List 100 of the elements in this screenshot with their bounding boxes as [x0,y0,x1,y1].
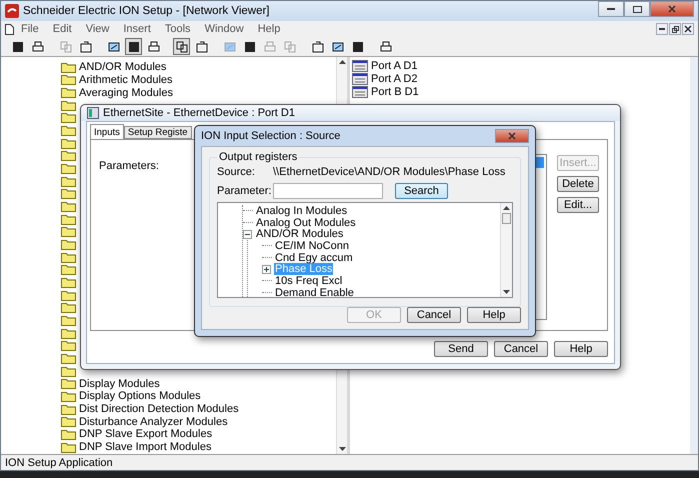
tree-item[interactable]: 10s Freq Excl [274,274,344,287]
minimize-icon [659,28,665,30]
close-button[interactable] [650,1,694,17]
group-label: Output registers [218,151,298,163]
tree-item[interactable]: Averaging Modules [79,86,173,99]
port-icon [352,72,368,85]
folder-icon [61,150,76,162]
toolbar-button[interactable] [173,38,190,55]
search-button[interactable]: Search [395,183,448,199]
tree-item[interactable]: Arithmetic Modules [79,74,173,86]
toolbar-button[interactable] [125,38,142,55]
scrollbar[interactable] [500,203,512,297]
toolbar-icon [30,40,44,54]
toolbar-icon [262,40,276,54]
dialog-button[interactable]: Help [467,307,521,323]
parameter-field[interactable] [273,183,383,199]
dialog-button[interactable]: Cancel [407,307,461,323]
toolbar-icon [58,40,72,54]
folder-icon [61,138,76,149]
dialog-button[interactable]: Help [554,341,608,357]
restore-icon [672,26,678,32]
dialog-button[interactable]: Cancel [494,341,548,357]
restore-button[interactable] [669,23,681,35]
folder-icon [61,239,76,250]
close-button[interactable] [495,129,529,143]
source-path: \\EthernetDevice\AND/OR Modules\Phase Loss [273,166,506,178]
folder-icon [61,404,76,415]
port-item[interactable]: Port A D1 [371,60,418,72]
tree-item[interactable]: Dist Direction Detection Modules [79,403,239,416]
maximize-button[interactable] [624,1,650,17]
minimize-icon [607,8,615,10]
tree-item[interactable]: Demand Enable [274,286,355,297]
toolbar-icon [194,40,208,54]
toolbar-icon [126,40,140,54]
menu-item[interactable]: Window [198,23,251,35]
folder-icon [61,340,76,352]
minimize-button[interactable] [656,23,668,35]
folder-icon [61,100,76,111]
folder-icon [61,201,76,212]
folder-icon [61,442,76,453]
menu-item[interactable]: Insert [116,23,158,35]
folder-icon [61,74,76,86]
side-button[interactable]: Delete [557,176,599,192]
tab[interactable]: Inputs [90,124,124,139]
maximize-icon [632,6,642,12]
window-icon [87,107,99,119]
folder-icon [61,112,76,124]
folder-icon [61,366,76,377]
expand-icon[interactable] [262,264,271,274]
folder-icon [61,390,76,402]
menu-item[interactable]: Help [250,23,288,35]
tree-item[interactable]: AND/OR Modules [255,228,344,240]
close-button[interactable] [682,23,694,35]
folder-icon [61,125,76,136]
tree-item[interactable]: Cnd Egy accum [274,252,354,264]
toolbar-icon [78,40,92,54]
folder-icon [61,163,76,174]
close-icon [508,132,516,140]
toolbar-icon [146,40,160,54]
tree-item[interactable]: Display Options Modules [79,390,201,402]
tree-item[interactable]: AND/OR Modules [79,61,166,74]
menu-item[interactable]: File [14,23,46,35]
tree-item[interactable]: DNP Slave Import Modules [79,441,212,454]
folder-icon [61,87,76,98]
source-label: Source: [217,166,256,178]
toolbar-icon [330,40,344,54]
menu-item[interactable]: View [78,23,116,35]
tree-item[interactable]: DNP Slave Export Modules [79,428,212,440]
port-item[interactable]: Port A D2 [371,72,418,85]
register-tree[interactable]: Analog In Modules Analog Out Modules AND/OR Modules CE/IM NoConn Cnd Egy accum Phase Loss 10s Freq Excl Demand Enable [217,202,513,298]
tree-item[interactable]: Disturbance Analyzer Modules [79,416,228,428]
scroll-thumb[interactable] [502,213,511,224]
folder-icon [61,302,76,314]
dialog-button[interactable]: Send [434,341,488,357]
toolbar-icon [350,40,364,54]
toolbar-icon [222,40,236,54]
toolbar-icon [10,40,24,54]
toolbar-icon [242,40,256,54]
folder-icon [61,264,76,276]
folder-icon [61,188,76,200]
toolbar-icon [106,40,120,54]
folder-icon [61,252,76,263]
menu-item[interactable]: Tools [158,23,198,35]
folder-icon [61,214,76,225]
port-item[interactable]: Port B D1 [371,86,419,98]
tab[interactable]: Setup Registe [124,126,192,139]
minimize-button[interactable] [598,1,624,17]
tree-item[interactable]: Display Modules [79,378,160,390]
collapse-icon[interactable] [243,230,252,239]
dialog-title: ION Input Selection : Source [201,130,340,142]
toolbar-icon [378,40,392,54]
toolbar-icon [282,40,296,54]
folder-icon [61,352,76,364]
tree-item[interactable]: Analog In Modules [255,204,348,217]
tree-item[interactable]: CE/IM NoConn [274,240,350,252]
side-button[interactable]: Edit... [557,197,599,213]
menu-item[interactable]: Edit [46,23,79,35]
parameter-label: Parameter: [217,185,272,197]
tree-item[interactable]: Analog Out Modules [255,216,357,229]
close-icon [668,5,676,13]
